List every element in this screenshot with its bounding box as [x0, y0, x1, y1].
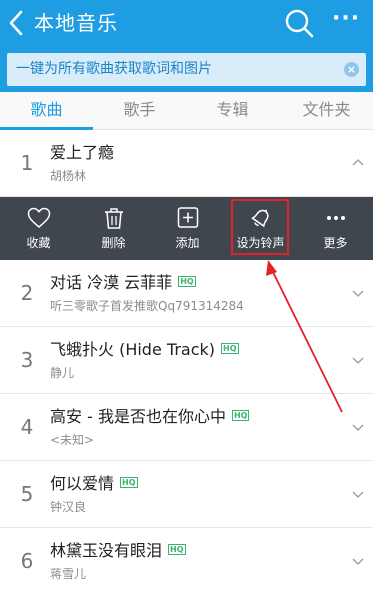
song-artist: 听三零歌子首发推歌Qq791314284 — [50, 299, 244, 313]
notice-bar: 一键为所有歌曲获取歌词和图片 × — [0, 46, 373, 92]
more-dots-icon — [327, 216, 345, 220]
song-row-6[interactable]: 6 林黛玉没有眼泪 HQ 蒋雪儿 — [0, 528, 373, 589]
delete-label: 删除 — [101, 236, 126, 250]
song-row-1[interactable]: 1 爱上了瘾 胡杨林 — [0, 130, 373, 197]
song-index: 2 — [20, 281, 34, 305]
song-title-text: 爱上了瘾 — [50, 143, 115, 162]
song-title: 何以爱情 HQ — [50, 473, 138, 495]
chevron-down-icon[interactable] — [352, 556, 364, 566]
tab-folders[interactable]: 文件夹 — [280, 92, 373, 128]
song-row-5[interactable]: 5 何以爱情 HQ 钟汉良 — [0, 461, 373, 528]
song-title: 高安 - 我是否也在你心中 HQ — [50, 406, 250, 428]
delete-button[interactable]: 删除 — [76, 197, 151, 260]
more-actions-label: 更多 — [323, 236, 348, 250]
song-row-4[interactable]: 4 高安 - 我是否也在你心中 HQ <未知> — [0, 394, 373, 461]
add-box-icon — [177, 207, 199, 228]
song-artist: <未知> — [50, 433, 95, 447]
chevron-down-icon[interactable] — [352, 489, 364, 499]
song-title: 爱上了瘾 — [50, 142, 114, 164]
page-title: 本地音乐 — [34, 11, 118, 35]
search-icon[interactable] — [283, 7, 315, 39]
song-title: 对话 冷漠 云菲菲 HQ — [50, 272, 196, 294]
tab-albums[interactable]: 专辑 — [186, 92, 279, 128]
song-title-text: 对话 冷漠 云菲菲 — [50, 273, 173, 292]
ringtone-highlight-box — [231, 199, 289, 255]
hq-badge: HQ — [231, 410, 250, 421]
chevron-down-icon[interactable] — [352, 355, 364, 365]
song-artist: 胡杨林 — [50, 169, 87, 183]
song-index: 5 — [20, 482, 34, 506]
song-row-3[interactable]: 3 飞蛾扑火 (Hide Track) HQ 静儿 — [0, 327, 373, 394]
song-artist: 静儿 — [50, 366, 75, 380]
close-icon[interactable]: × — [344, 62, 359, 77]
chevron-up-icon[interactable] — [352, 158, 364, 168]
lyrics-notice[interactable]: 一键为所有歌曲获取歌词和图片 × — [7, 53, 366, 86]
song-index: 6 — [20, 549, 34, 573]
category-tabs: 歌曲 歌手 专辑 文件夹 — [0, 92, 373, 130]
song-index: 3 — [20, 348, 34, 372]
song-artist: 钟汉良 — [50, 500, 87, 514]
chevron-down-icon[interactable] — [352, 422, 364, 432]
song-index: 4 — [20, 415, 34, 439]
trash-icon — [105, 208, 123, 229]
song-title-text: 飞蛾扑火 (Hide Track) — [50, 340, 216, 359]
song-index: 1 — [20, 151, 34, 175]
more-menu-button[interactable]: ··· — [332, 8, 359, 34]
add-label: 添加 — [175, 236, 200, 250]
song-title: 飞蛾扑火 (Hide Track) HQ — [50, 339, 239, 361]
more-actions-button[interactable]: 更多 — [298, 197, 373, 260]
app-header: 本地音乐 ··· — [0, 0, 373, 46]
tab-songs[interactable]: 歌曲 — [0, 92, 93, 128]
notice-text: 一键为所有歌曲获取歌词和图片 — [16, 61, 212, 77]
song-title-text: 高安 - 我是否也在你心中 — [50, 407, 226, 426]
chevron-down-icon[interactable] — [352, 288, 364, 298]
tab-artists[interactable]: 歌手 — [93, 92, 186, 128]
song-title-text: 林黛玉没有眼泪 — [50, 541, 163, 560]
add-button[interactable]: 添加 — [150, 197, 225, 260]
heart-icon — [27, 207, 51, 228]
favorite-label: 收藏 — [26, 236, 51, 250]
favorite-button[interactable]: 收藏 — [1, 197, 76, 260]
chevron-left-icon[interactable] — [6, 9, 28, 37]
hq-badge: HQ — [221, 343, 239, 354]
hq-badge: HQ — [178, 276, 196, 287]
hq-badge: HQ — [168, 544, 186, 555]
song-action-bar: 收藏 删除 添加 设为铃声 更多 — [0, 197, 373, 260]
song-title-text: 何以爱情 — [50, 474, 115, 493]
song-title: 林黛玉没有眼泪 HQ — [50, 540, 186, 562]
song-artist: 蒋雪儿 — [50, 567, 87, 581]
hq-badge: HQ — [120, 477, 138, 488]
song-row-2[interactable]: 2 对话 冷漠 云菲菲 HQ 听三零歌子首发推歌Qq791314284 — [0, 260, 373, 327]
